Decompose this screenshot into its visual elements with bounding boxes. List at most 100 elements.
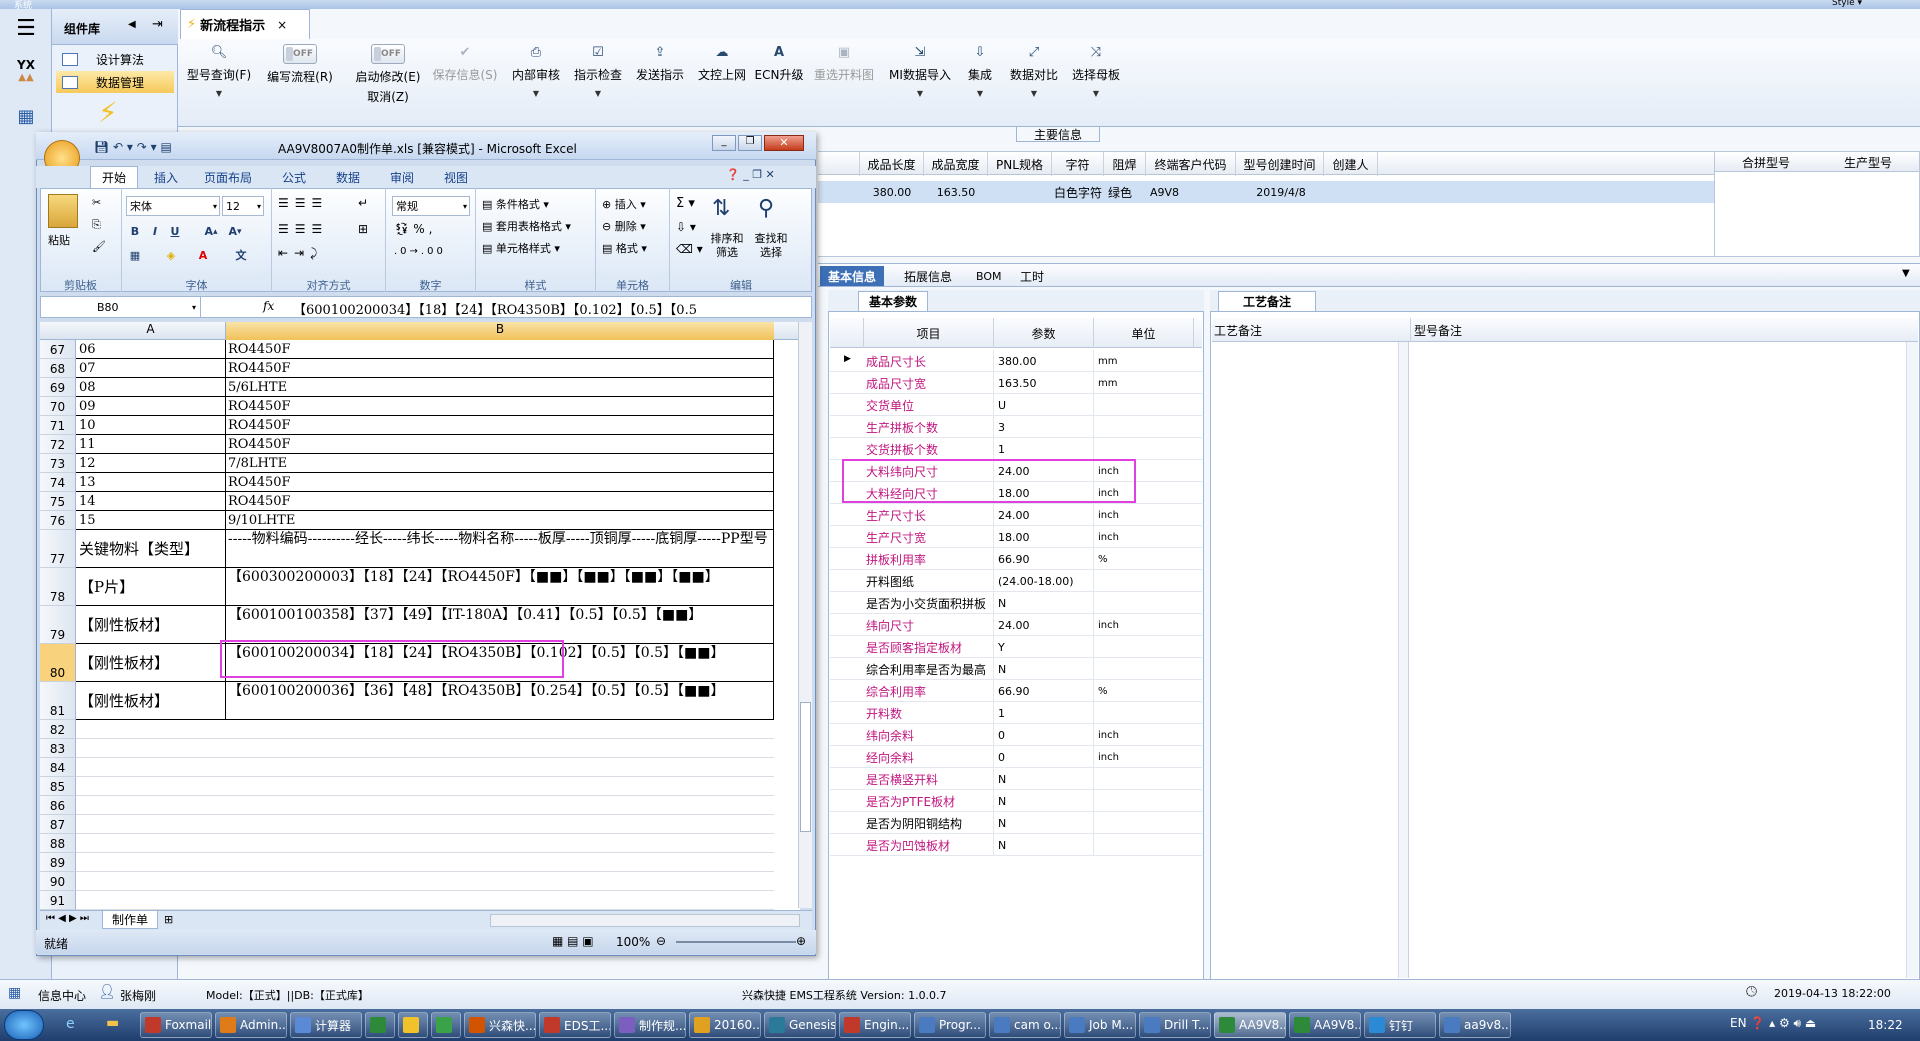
cut-icon[interactable]: ✂ [92, 196, 101, 209]
table-format-button[interactable]: ▤ 套用表格格式 ▾ [482, 218, 571, 234]
param-value[interactable]: 24.00 [994, 614, 1094, 636]
integrate-button[interactable]: ⇩ 集成 ▼ [960, 44, 1000, 122]
col-width[interactable]: 成品宽度 [924, 152, 988, 176]
font-color-icon[interactable]: A [194, 246, 212, 264]
table-row[interactable]: 生产尺寸宽 18.00 inch [830, 526, 1202, 548]
grow-font-icon[interactable]: A ▴ [202, 222, 220, 240]
param-value[interactable]: N [994, 768, 1094, 790]
taskbar-item[interactable]: 计算器 [290, 1012, 362, 1038]
sort-filter-icon[interactable]: ⇅ [712, 196, 730, 221]
zoom-slider[interactable] [676, 941, 796, 943]
start-modify-toggle[interactable]: OFF 启动修改(E) 取消(Z) [348, 44, 428, 122]
taskbar-item[interactable]: 制作规... [614, 1012, 686, 1038]
row-header[interactable]: 78 [40, 568, 76, 606]
tab-work-hours[interactable]: 工时 [1012, 266, 1052, 286]
row-header[interactable]: 77 [40, 530, 76, 568]
fx-icon[interactable]: fx [263, 299, 274, 313]
chevron-down-icon[interactable]: ▼ [1902, 268, 1910, 279]
param-value[interactable]: 3 [994, 416, 1094, 438]
taskbar-item[interactable]: aa9v8... [1439, 1012, 1511, 1038]
cell-b[interactable]: 【600300200003】【18】【24】【RO4450F】【■■】【■■】【… [226, 568, 774, 606]
taskbar-item[interactable] [431, 1012, 461, 1038]
scrollbar[interactable] [798, 322, 812, 908]
row-header[interactable]: 91 [40, 891, 76, 910]
table-row[interactable]: 是否横竖开料 N [830, 768, 1202, 790]
taskbar-item[interactable]: 兴森快... [464, 1012, 536, 1038]
cell-a[interactable]: 10 [76, 416, 226, 435]
col-b-header[interactable]: B [226, 322, 774, 340]
taskbar-item[interactable]: cam o... [989, 1012, 1061, 1038]
taskbar-item[interactable]: Admin... [215, 1012, 287, 1038]
tab-page-layout[interactable]: 页面布局 [196, 166, 260, 188]
table-row[interactable]: 成品尺寸宽 163.50 mm [830, 372, 1202, 394]
tray-icons[interactable]: EN ❓ ▴ ⚙ 🔊︎ ⏏ [1730, 1016, 1816, 1031]
format-cells-button[interactable]: ▤ 格式 ▾ [602, 240, 647, 256]
wrap-text-icon[interactable]: ↵ [358, 196, 368, 210]
taskbar-item[interactable]: Drill T... [1139, 1012, 1211, 1038]
reselect-cutting-button[interactable]: ▣ 重选开料图 [810, 44, 878, 122]
cell-b[interactable]: RO4450F [226, 359, 774, 378]
conditional-format-button[interactable]: ▤ 条件格式 ▾ [482, 196, 549, 212]
taskbar-item[interactable]: 20160... [689, 1012, 761, 1038]
table-row[interactable]: 380.00 163.50 白色字符 绿色 A9V8 2019/4/8 [818, 181, 1714, 203]
table-row[interactable]: 是否为凹蚀板材 N [830, 834, 1202, 856]
select-mother-board-button[interactable]: ⤨ 选择母板 ▼ [1068, 44, 1124, 122]
tab-home[interactable]: 开始 [90, 166, 138, 188]
cell-a[interactable]: 14 [76, 492, 226, 511]
find-select-button[interactable]: 查找和选择 [750, 232, 792, 260]
cell-b[interactable]: 7/8LHTE [226, 454, 774, 473]
shrink-font-icon[interactable]: A ▾ [226, 222, 244, 240]
col-production-model[interactable]: 生产型号 [1817, 154, 1919, 171]
view-icons[interactable]: ▦ ▤ ▣ [552, 934, 594, 948]
taskbar-item[interactable]: Genesis [764, 1012, 836, 1038]
cell-a[interactable]: 15 [76, 511, 226, 530]
collapse-left-icon[interactable]: ◀ [128, 19, 136, 30]
bold-icon[interactable]: B [126, 222, 144, 240]
cell-a[interactable]: 06 [76, 340, 226, 359]
tab-insert[interactable]: 插入 [144, 166, 188, 188]
row-header[interactable]: 79 [40, 606, 76, 644]
cell-b[interactable]: RO4450F [226, 473, 774, 492]
table-row[interactable]: 是否为PTFE板材 N [830, 790, 1202, 812]
taskbar-item[interactable]: EDS工... [539, 1012, 611, 1038]
folder-icon[interactable]: ▬ [106, 1015, 119, 1031]
col-character[interactable]: 字符 [1052, 152, 1104, 176]
zoom-out-icon[interactable]: ⊖ [656, 934, 666, 948]
send-instruction-button[interactable]: ⇪ 发送指示 [632, 44, 688, 122]
row-header[interactable]: 80 [40, 644, 76, 682]
tab-view[interactable]: 视图 [434, 166, 478, 188]
close-icon[interactable]: ✕ [764, 135, 804, 151]
pin-icon[interactable]: ⇥ [152, 17, 163, 32]
table-row[interactable]: 开料图纸 (24.00-18.00) [830, 570, 1202, 592]
table-row[interactable]: 是否为阴阳铜结构 N [830, 812, 1202, 834]
underline-icon[interactable]: U [166, 222, 184, 240]
number-format-select[interactable]: 常规 ▾ [392, 196, 470, 216]
zoom-level[interactable]: 100% [616, 935, 650, 949]
row-header[interactable]: 71 [40, 416, 76, 435]
table-row[interactable]: 综合利用率 66.90 % [830, 680, 1202, 702]
name-box[interactable]: B80 ▾ [41, 297, 201, 317]
insert-cells-button[interactable]: ⊕ 插入 ▾ [602, 196, 646, 212]
param-value[interactable]: 380.00 [994, 350, 1094, 372]
new-sheet-icon[interactable]: ⊞ [164, 913, 173, 926]
param-value[interactable]: 24.00 [994, 504, 1094, 526]
cell-b[interactable]: RO4450F [226, 340, 774, 359]
col-process-remark[interactable]: 工艺备注 [1214, 322, 1262, 339]
row-header[interactable]: 90 [40, 872, 76, 891]
table-row[interactable]: 是否顾客指定板材 Y [830, 636, 1202, 658]
tab-process-remarks[interactable]: 工艺备注 [1218, 291, 1316, 311]
row-header[interactable]: 83 [40, 739, 76, 758]
row-header[interactable]: 70 [40, 397, 76, 416]
taskbar-item[interactable]: Progr... [914, 1012, 986, 1038]
empty-row[interactable] [76, 815, 774, 834]
taskbar-item[interactable]: AA9V8... [1214, 1012, 1286, 1038]
scrollbar[interactable] [1906, 342, 1918, 978]
tab-review[interactable]: 审阅 [380, 166, 424, 188]
table-row[interactable]: 拼板利用率 66.90 % [830, 548, 1202, 570]
taskbar-item[interactable]: AA9V8... [1289, 1012, 1361, 1038]
font-name-select[interactable]: 宋体 ▾ [126, 196, 220, 216]
clear-icon[interactable]: ⌫ ▾ [676, 242, 703, 256]
style-menu[interactable]: Style ▾ [1832, 0, 1862, 8]
param-value[interactable]: 0 [994, 724, 1094, 746]
table-row[interactable]: 是否为小交货面积拼板 N [830, 592, 1202, 614]
